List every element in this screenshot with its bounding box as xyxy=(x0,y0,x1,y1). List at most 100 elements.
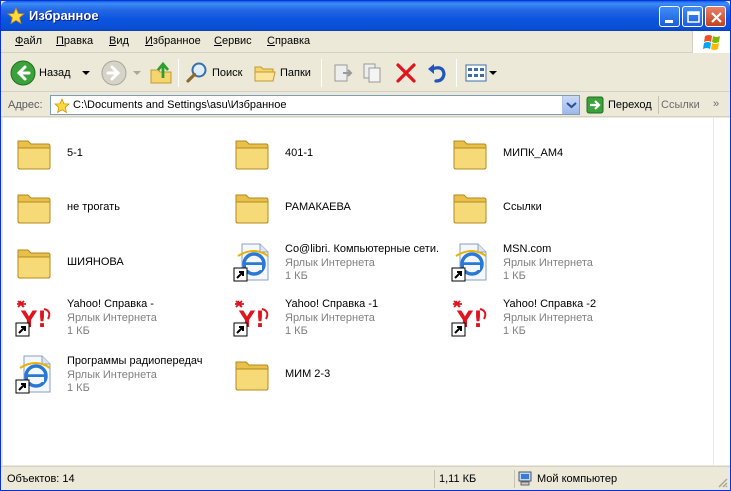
undo-icon xyxy=(428,64,446,83)
item-type: Ярлык Интернета xyxy=(503,257,593,269)
list-item[interactable]: Y! Yahoo! Справка -1 Ярлык Интернета 1 КБ xyxy=(225,293,440,337)
menu-view[interactable]: Вид xyxy=(109,35,129,47)
item-name: РАМАКАЕВА xyxy=(285,201,351,213)
up-folder-button[interactable] xyxy=(149,58,173,88)
views-dropdown-icon xyxy=(489,71,497,75)
item-type: Ярлык Интернета xyxy=(503,312,593,324)
windows-flag-icon xyxy=(703,35,720,50)
item-name: МИМ 2-3 xyxy=(285,368,331,380)
list-item[interactable]: не трогать xyxy=(7,183,222,227)
folder-icon xyxy=(17,194,51,224)
delete-button[interactable] xyxy=(394,58,418,88)
folder-icon xyxy=(235,140,269,170)
ie-shortcut-icon xyxy=(451,243,487,282)
file-list[interactable]: 5-1 401-1 МИПК_АМ4 не трогать РАМАКАЕВА … xyxy=(3,118,713,465)
item-size: 1 КБ xyxy=(67,325,90,337)
back-arrow-icon xyxy=(10,60,36,86)
move-to-icon xyxy=(334,64,353,82)
explorer-window: Избранное Файл Правка Вид Избранное Серв… xyxy=(0,0,731,491)
links-toolbar[interactable]: Ссылки xyxy=(661,99,700,111)
maximize-button[interactable] xyxy=(682,6,703,27)
menu-file[interactable]: Файл xyxy=(15,35,42,47)
delete-x-icon xyxy=(396,63,416,83)
list-item[interactable]: Y! Yahoo! Справка - Ярлык Интернета 1 КБ xyxy=(7,293,222,337)
item-name: МИПК_АМ4 xyxy=(503,147,564,159)
favorites-star-icon xyxy=(7,7,25,25)
menu-favorites[interactable]: Избранное xyxy=(145,35,201,47)
list-item[interactable]: МИМ 2-3 xyxy=(225,350,440,394)
minimize-button[interactable] xyxy=(659,6,680,27)
item-name: Программы радиопередач xyxy=(67,355,203,367)
item-name: Yahoo! Справка -1 xyxy=(285,298,379,310)
search-button[interactable]: Поиск xyxy=(185,58,242,88)
links-chevron-icon[interactable]: » xyxy=(713,98,719,110)
folders-button[interactable]: Папки xyxy=(253,58,311,88)
toolbar-separator xyxy=(321,59,322,87)
list-item[interactable]: Y! Yahoo! Справка -2 Ярлык Интернета 1 КБ xyxy=(443,293,658,337)
list-item[interactable]: MSN.com Ярлык Интернета 1 КБ xyxy=(443,238,658,282)
back-label: Назад xyxy=(39,67,71,79)
folder-icon xyxy=(453,194,487,224)
maximize-icon xyxy=(687,11,700,23)
forward-arrow-icon xyxy=(101,60,127,86)
item-type: Ярлык Интернета xyxy=(285,312,375,324)
title-bar[interactable]: Избранное xyxy=(1,1,730,31)
chevron-down-icon xyxy=(566,102,577,109)
forward-button[interactable] xyxy=(101,58,143,88)
go-button[interactable]: Переход xyxy=(586,96,652,114)
item-size: 1 КБ xyxy=(67,382,90,394)
minimize-icon xyxy=(665,20,673,23)
item-name: не трогать xyxy=(67,201,120,213)
copy-to-icon xyxy=(363,63,381,83)
folders-icon xyxy=(254,66,276,82)
yahoo-shortcut-icon: Y! xyxy=(15,300,51,337)
list-item[interactable]: Программы радиопередач Ярлык Интернета 1 К… xyxy=(7,350,222,394)
address-dropdown-button[interactable] xyxy=(562,96,579,114)
list-item[interactable]: МИПК_АМ4 xyxy=(443,129,658,173)
toolbar-separator xyxy=(456,59,457,87)
item-size: 1 КБ xyxy=(503,270,526,282)
address-input[interactable]: C:\Documents and Settings\asu\Избранное xyxy=(50,95,580,115)
address-path: C:\Documents and Settings\asu\Избранное xyxy=(73,99,287,111)
address-label: Адрес: xyxy=(8,99,43,111)
folder-icon xyxy=(17,249,51,279)
close-button[interactable] xyxy=(705,6,726,27)
folder-icon xyxy=(235,194,269,224)
standard-toolbar: Назад Поиск Папки xyxy=(1,54,730,92)
address-bar: Адрес: C:\Documents and Settings\asu\Изб… xyxy=(1,93,730,117)
folder-icon xyxy=(17,140,51,170)
item-name: ШИЯНОВА xyxy=(67,256,124,268)
back-dropdown-icon[interactable] xyxy=(79,68,93,78)
undo-button[interactable] xyxy=(425,58,449,88)
list-item[interactable]: ШИЯНОВА xyxy=(7,238,222,282)
menu-help[interactable]: Справка xyxy=(267,35,310,47)
vertical-scrollbar[interactable] xyxy=(713,118,730,465)
back-button[interactable]: Назад xyxy=(10,58,93,88)
item-name: 5-1 xyxy=(67,147,83,159)
folder-icon xyxy=(235,361,269,391)
toolbar-separator xyxy=(178,59,179,87)
item-type: Ярлык Интернета xyxy=(67,312,157,324)
list-item[interactable]: Co@libri. Компьютерные сети. Ярлык Интерн… xyxy=(225,238,440,282)
list-item[interactable]: Ссылки xyxy=(443,183,658,227)
ie-shortcut-icon xyxy=(15,355,51,394)
item-name: 401-1 xyxy=(285,147,314,159)
status-object-count: Объектов: 14 xyxy=(5,470,435,488)
menu-edit[interactable]: Правка xyxy=(56,35,93,47)
copy-to-button[interactable] xyxy=(361,58,385,88)
yahoo-shortcut-icon: Y! xyxy=(233,300,269,337)
search-label: Поиск xyxy=(212,67,243,79)
ie-shortcut-icon xyxy=(233,243,269,282)
views-button[interactable] xyxy=(464,58,498,88)
forward-dropdown-icon xyxy=(133,71,141,75)
list-item[interactable]: 5-1 xyxy=(7,129,222,173)
favorites-star-icon xyxy=(54,98,70,114)
item-size: 1 КБ xyxy=(285,270,308,282)
list-item[interactable]: РАМАКАЕВА xyxy=(225,183,440,227)
menu-tools[interactable]: Сервис xyxy=(214,35,252,47)
move-to-button[interactable] xyxy=(331,58,355,88)
yahoo-shortcut-icon: Y! xyxy=(451,300,487,337)
resize-grip-icon[interactable] xyxy=(716,476,728,488)
item-name: Ссылки xyxy=(503,201,542,213)
list-item[interactable]: 401-1 xyxy=(225,129,440,173)
